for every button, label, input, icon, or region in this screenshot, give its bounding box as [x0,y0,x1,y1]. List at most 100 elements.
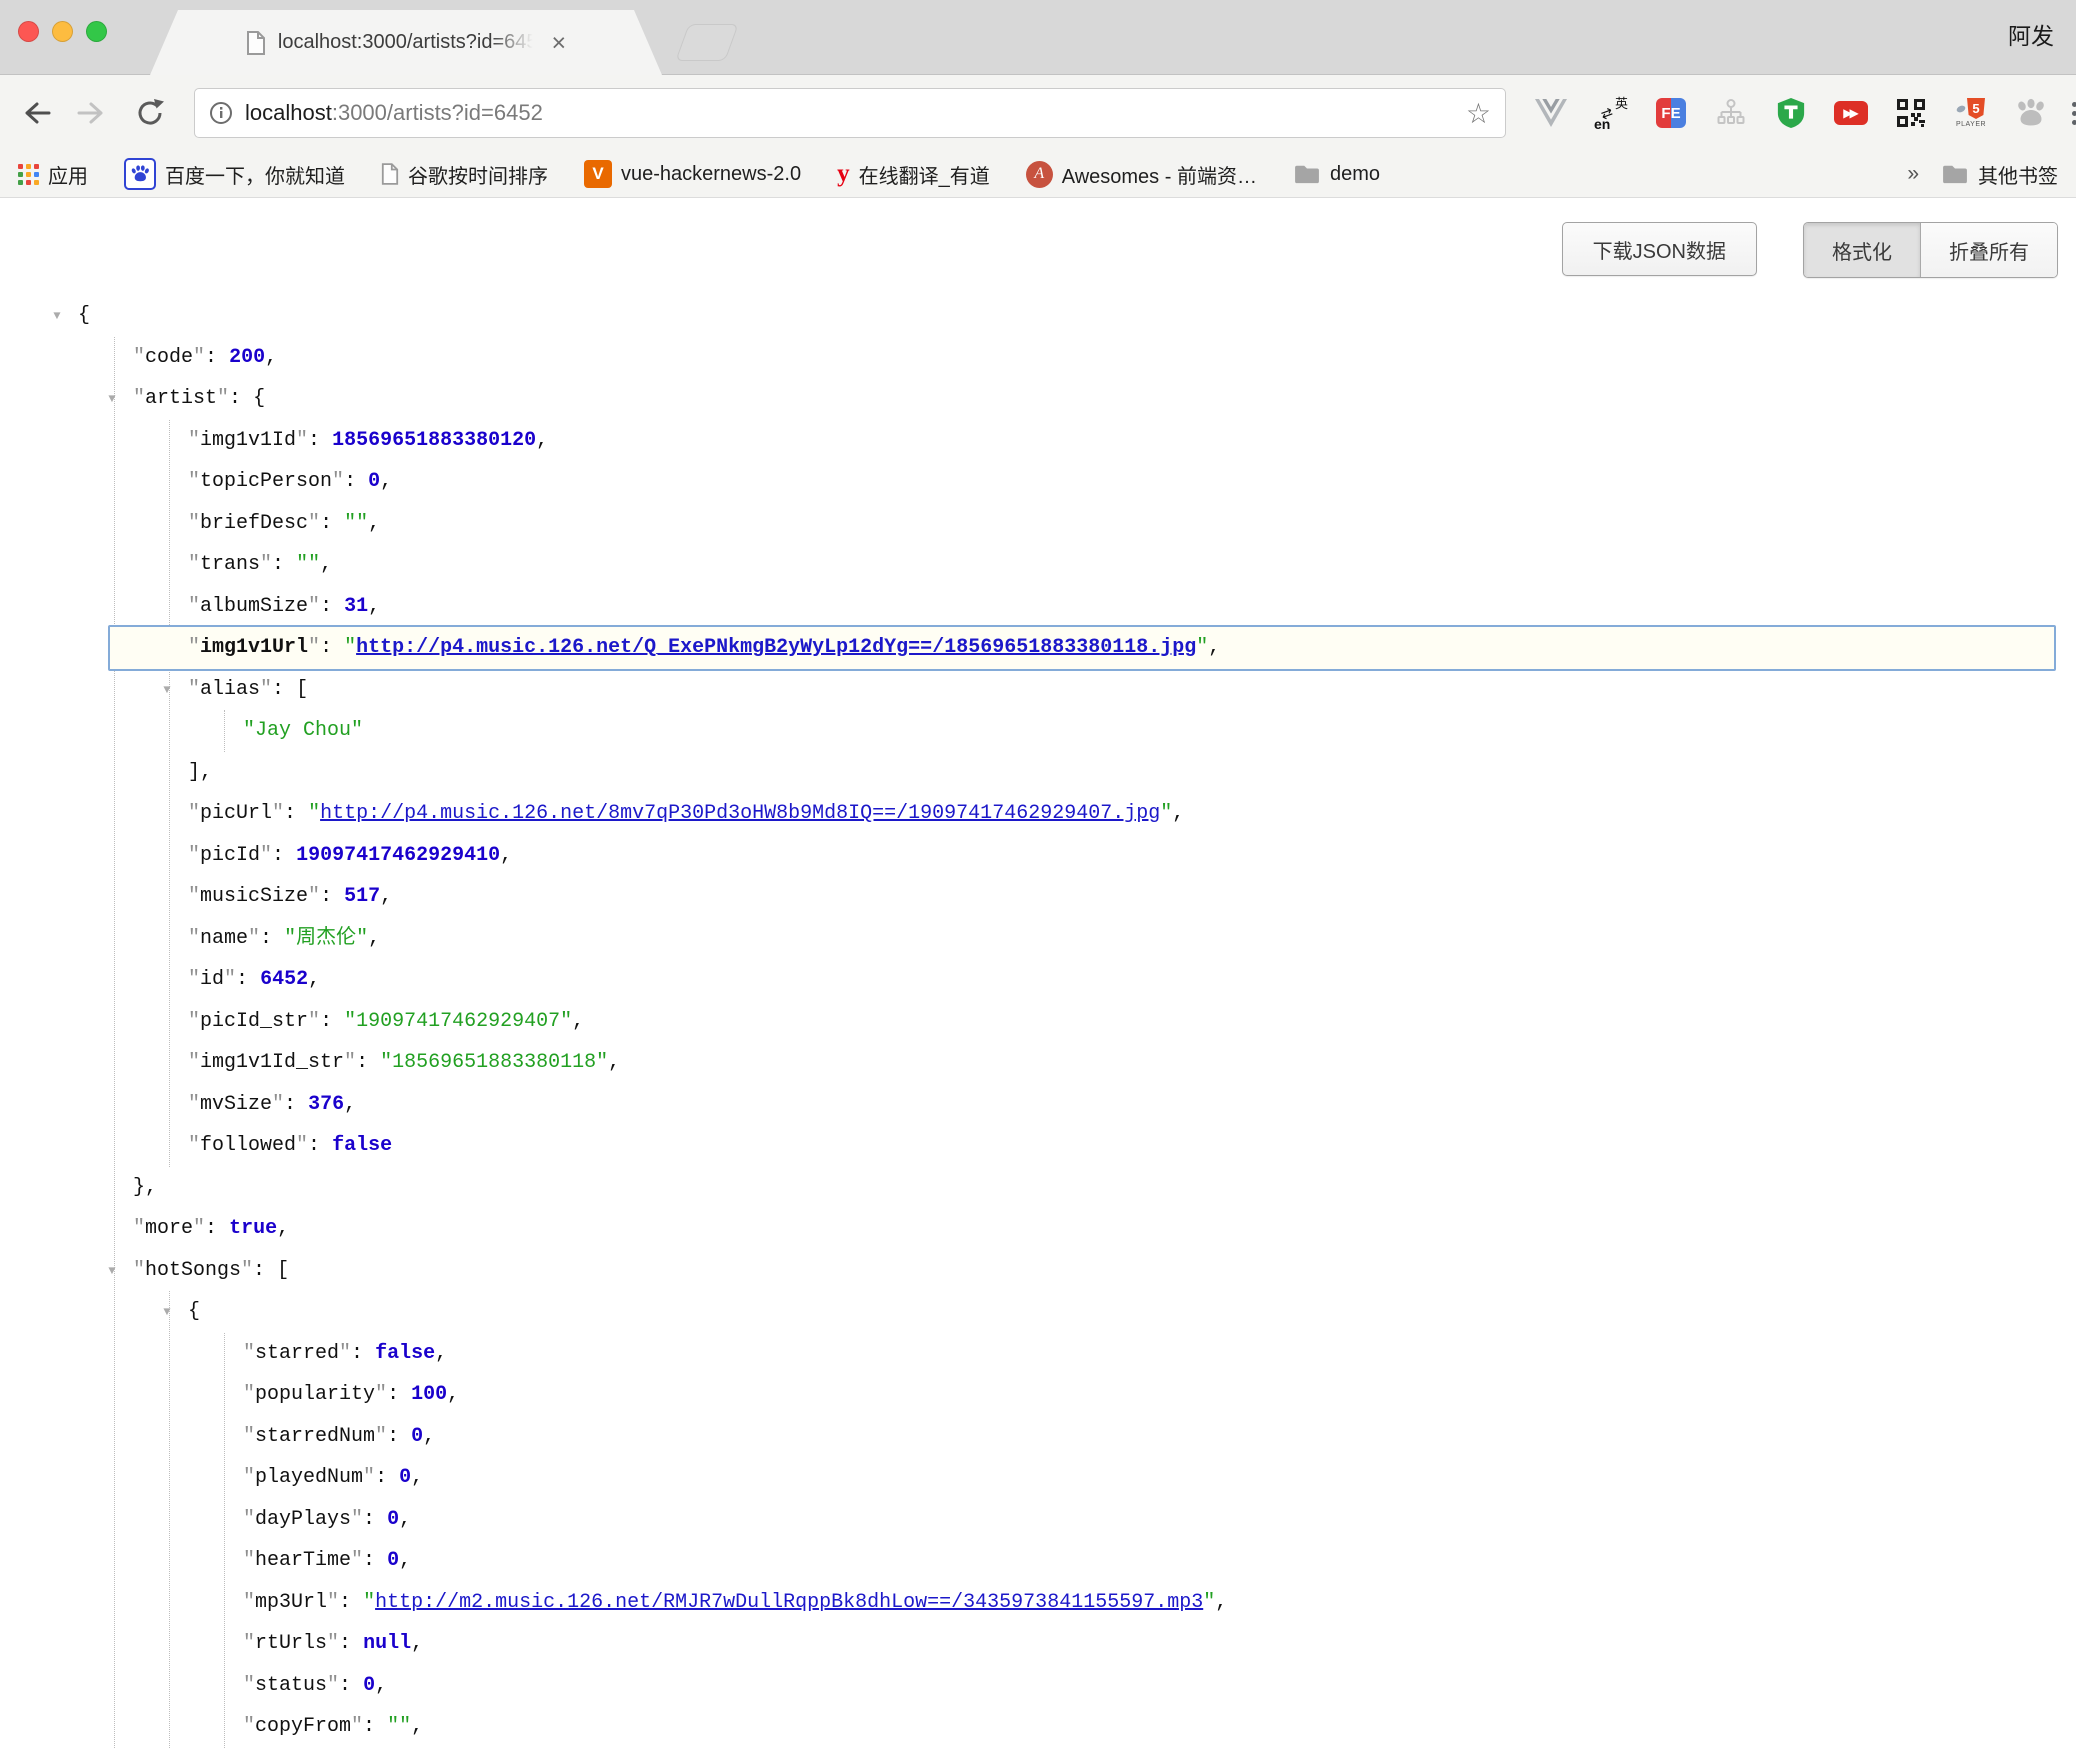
bookmark-label: 百度一下，你就知道 [165,160,345,189]
json-line: "code": 200, [133,337,2056,379]
json-line: "mvSize": 376, [188,1084,2056,1126]
folder-icon [1293,163,1321,185]
tab-strip: localhost:3000/artists?id=645 × 阿发 [0,0,2076,75]
json-block: "img1v1Id": 18569651883380120,"topicPers… [169,420,2056,1167]
bookmark-label: Awesomes - 前端资… [1062,160,1257,189]
forward-button[interactable] [76,98,110,128]
json-block: "code": 200,▼"artist": {"img1v1Id": 1856… [114,337,2056,1748]
json-line: }, [133,1167,2056,1209]
json-line: "Jay Chou" [243,710,2056,752]
tab-close-button[interactable]: × [552,33,567,53]
page-content: 下载JSON数据 格式化 折叠所有 ▼{"code": 200,▼"artist… [0,198,2076,1754]
bookmark-vue-hackernews[interactable]: V vue-hackernews-2.0 [584,160,801,188]
bookmark-demo-folder[interactable]: demo [1293,163,1380,186]
json-actions: 下载JSON数据 格式化 折叠所有 [1562,222,2058,278]
baidu-paw-icon [124,158,156,190]
json-line: ▼"artist": { [133,378,2056,420]
apps-grid-icon [18,164,39,185]
json-line: "status": 0, [243,1665,2056,1707]
collapse-triangle-icon[interactable]: ▼ [157,1292,177,1334]
html5player-extension-icon[interactable]: 5 PLAYER [1954,95,1988,131]
json-line: "starred": false, [243,1333,2056,1375]
bookmark-baidu[interactable]: 百度一下，你就知道 [124,158,345,190]
bookmarks-bar: 应用 百度一下，你就知道 谷歌按时间排序 V vue-hackernews-2.… [0,151,2076,198]
json-line: "dayPlays": 0, [243,1499,2056,1541]
back-button[interactable] [18,98,52,128]
json-line: "topicPerson": 0, [188,461,2056,503]
awesomes-icon: A [1026,161,1053,188]
qrcode-extension-icon[interactable] [1894,95,1928,131]
folder-icon [1941,163,1969,185]
json-line: "hearTime": 0, [243,1540,2056,1582]
browser-window: localhost:3000/artists?id=645 × 阿发 local… [0,0,2076,1754]
bookmark-label: demo [1330,163,1380,186]
format-button[interactable]: 格式化 [1804,223,1920,277]
tampermonkey-extension-icon[interactable] [1774,95,1808,131]
json-line: "playedNum": 0, [243,1457,2056,1499]
collapse-triangle-icon[interactable]: ▼ [157,670,177,712]
bookmark-awesomes[interactable]: A Awesomes - 前端资… [1026,160,1257,189]
download-json-button[interactable]: 下载JSON数据 [1562,222,1757,276]
json-line: "albumSize": 31, [188,586,2056,628]
bookmark-star-icon[interactable]: ☆ [1466,97,1491,130]
youdao-icon: y [837,164,850,184]
bookmark-label: 其他书签 [1978,160,2058,189]
window-controls [18,21,107,42]
url-text[interactable]: localhost:3000/artists?id=6452 [245,100,543,126]
browser-menu-button[interactable] [2072,102,2076,125]
svg-text:5: 5 [1972,101,1979,116]
collapse-triangle-icon[interactable]: ▼ [102,1251,122,1293]
json-url-link[interactable]: http://m2.music.126.net/RMJR7wDullRqppBk… [375,1591,1203,1614]
tab-title: localhost:3000/artists?id=645 [278,31,538,54]
json-block: "Jay Chou" [224,710,2056,752]
json-line: "musicSize": 517, [188,876,2056,918]
bookmark-label: 应用 [48,160,88,189]
fe-extension-icon[interactable]: FE [1654,95,1688,131]
json-line: "followed": false [188,1125,2056,1167]
other-bookmarks-folder[interactable]: 其他书签 [1941,160,2058,189]
bookmark-youdao[interactable]: y 在线翻译_有道 [837,160,990,189]
bookmark-google-sort[interactable]: 谷歌按时间排序 [381,160,548,189]
profile-name[interactable]: 阿发 [2008,17,2054,51]
collapse-triangle-icon[interactable]: ▼ [47,296,67,338]
json-line: ▼"alias": [ [188,669,2056,711]
info-icon[interactable] [209,101,233,125]
minimize-window-button[interactable] [52,21,73,42]
zoom-window-button[interactable] [86,21,107,42]
json-block: ▼{"starred": false,"popularity": 100,"st… [169,1291,2056,1748]
sitemap-extension-icon[interactable] [1714,95,1748,131]
json-viewer: ▼{"code": 200,▼"artist": {"img1v1Id": 18… [78,295,2056,1748]
json-url-link[interactable]: http://p4.music.126.net/Q_ExePNkmgB2yWyL… [356,636,1196,659]
bookmark-apps[interactable]: 应用 [18,160,88,189]
active-tab[interactable]: localhost:3000/artists?id=645 × [150,10,662,75]
reload-button[interactable] [134,97,166,129]
json-line: "img1v1Url": "http://p4.music.126.net/Q_… [108,625,2056,671]
json-line: "id": 6452, [188,959,2056,1001]
json-line: "picId_str": "19097417462929407", [188,1001,2056,1043]
new-tab-button[interactable] [675,24,738,61]
bookmark-label: vue-hackernews-2.0 [621,163,801,186]
extension-icons: 英⇄en FE ▶▶ 5 [1534,95,2048,131]
translate-extension-icon[interactable]: 英⇄en [1594,95,1628,131]
bookmark-label: 在线翻译_有道 [859,160,990,189]
json-url-link[interactable]: http://p4.music.126.net/8mv7qP30Pd3oHW8b… [320,802,1160,825]
json-line: "rtUrls": null, [243,1623,2056,1665]
collapse-all-button[interactable]: 折叠所有 [1920,223,2057,277]
json-line: "trans": "", [188,544,2056,586]
close-window-button[interactable] [18,21,39,42]
page-icon [246,31,266,55]
json-line: "name": "周杰伦", [188,918,2056,960]
json-line: "mp3Url": "http://m2.music.126.net/RMJR7… [243,1582,2056,1624]
bookmarks-overflow-button[interactable]: » [1907,162,1919,186]
json-line: "img1v1Id_str": "18569651883380118", [188,1042,2056,1084]
paw-extension-icon[interactable] [2014,95,2048,131]
collapse-triangle-icon[interactable]: ▼ [102,379,122,421]
json-line: ▼{ [78,295,2056,337]
address-bar[interactable]: localhost:3000/artists?id=6452 ☆ [194,88,1506,138]
fastforward-extension-icon[interactable]: ▶▶ [1834,95,1868,131]
browser-toolbar: localhost:3000/artists?id=6452 ☆ 英⇄en FE… [0,75,2076,151]
vue-devtools-icon[interactable] [1534,95,1568,131]
json-line: "more": true, [133,1208,2056,1250]
json-line: "briefDesc": "", [188,503,2056,545]
json-line: "img1v1Id": 18569651883380120, [188,420,2056,462]
